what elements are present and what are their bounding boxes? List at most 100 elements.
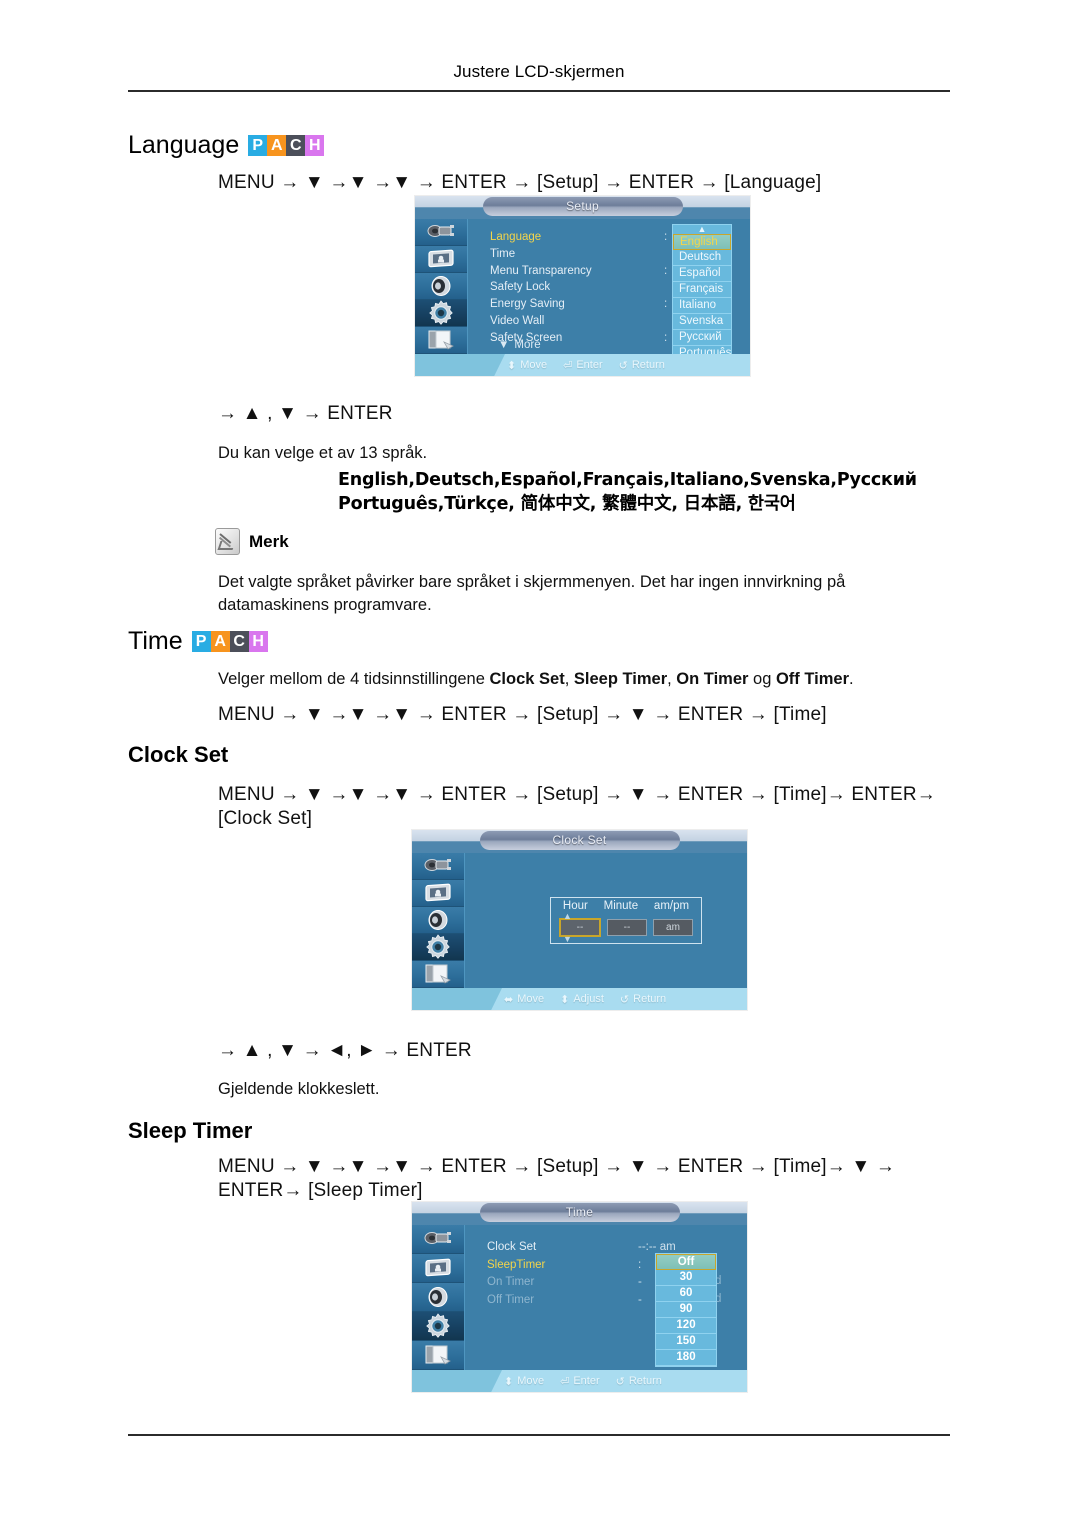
dropdown-option-francais[interactable]: Français xyxy=(673,282,731,298)
clock-spinner-down-icon[interactable]: ▼ xyxy=(563,935,572,944)
rail-item-sound[interactable] xyxy=(415,273,467,300)
rail-item-sound-3[interactable] xyxy=(412,1283,464,1312)
badge-letter-a: A xyxy=(267,135,287,156)
rail-item-input-3[interactable] xyxy=(412,1225,464,1254)
rail-item-input[interactable] xyxy=(415,219,467,246)
osd-menu-item-energy-saving[interactable]: Energy Saving xyxy=(490,296,592,313)
osd-time-footer: ⬍ Move ⏎ Enter ↺ Return xyxy=(412,1370,747,1392)
sleep-option-120[interactable]: 120 xyxy=(656,1318,716,1334)
osd-footer-enter-label: Enter xyxy=(576,359,603,371)
updown-arrow-icon-3: ⬍ xyxy=(504,1375,514,1388)
osd-time-footer-enter-label: Enter xyxy=(573,1375,600,1387)
sleep-option-off[interactable]: Off xyxy=(656,1254,716,1270)
badge-letter-p: P xyxy=(248,135,268,156)
osd-clock-footer: ⬌ Move ⬍ Adjust ↺ Return xyxy=(412,988,747,1010)
pages-multicontrol-icon-2 xyxy=(423,963,453,985)
dropdown-option-italiano[interactable]: Italiano xyxy=(673,298,731,314)
osd-time-item-clock-set[interactable]: Clock Set xyxy=(487,1239,545,1257)
osd-menu-item-language[interactable]: Language xyxy=(490,229,592,246)
page-header-title: Justere LCD-skjermen xyxy=(453,62,625,81)
rail-item-setup[interactable] xyxy=(415,300,467,327)
desc-time-b1: Clock Set xyxy=(489,670,565,688)
clock-field-minute[interactable]: -- xyxy=(607,919,647,936)
sleep-option-30[interactable]: 30 xyxy=(656,1270,716,1286)
dropdown-option-english[interactable]: English xyxy=(673,234,731,250)
osd-setup-topstrip: Setup xyxy=(415,196,750,219)
osd-time-item-sleep-timer[interactable]: SleepTimer xyxy=(487,1257,545,1275)
rail-item-multicontrol[interactable] xyxy=(415,327,467,354)
osd-time-footer-move: ⬍ Move xyxy=(504,1375,544,1388)
header-divider-rule xyxy=(128,90,950,92)
rail-item-multicontrol-2[interactable] xyxy=(412,961,464,988)
osd-language-dropdown[interactable]: ▲ English Deutsch Español Français Itali… xyxy=(672,224,732,372)
badge-letter-c: C xyxy=(286,135,306,156)
osd-time-item-on-timer[interactable]: On Timer xyxy=(487,1274,545,1292)
dropdown-scroll-up-icon[interactable]: ▲ xyxy=(673,225,731,234)
gear-setup-icon xyxy=(428,300,454,326)
osd-time-footer-move-label: Move xyxy=(517,1375,545,1387)
osd-time-footer-enter: ⏎ Enter xyxy=(560,1375,600,1388)
osd-clock-icon-rail xyxy=(412,853,465,988)
plug-connector-icon xyxy=(426,222,456,242)
osd-time-footer-tab xyxy=(412,1370,502,1392)
heading-time: Time P A C H xyxy=(128,627,268,656)
footer-divider-rule xyxy=(128,1434,950,1436)
osd-clock-topstrip: Clock Set xyxy=(412,830,747,853)
dropdown-option-russian[interactable]: Русский xyxy=(673,330,731,346)
rail-item-picture[interactable] xyxy=(415,246,467,273)
osd-time-icon-rail xyxy=(412,1225,465,1370)
rail-item-picture-2[interactable] xyxy=(412,880,464,907)
osd-setup-footer: ⬍ Move ⏎ Enter ↺ Return xyxy=(415,354,750,376)
osd-footer-return-label: Return xyxy=(631,359,665,371)
leftright-arrow-icon: ⬌ xyxy=(504,993,514,1006)
return-arrow-icon: ↺ xyxy=(618,359,628,372)
return-arrow-icon-3: ↺ xyxy=(615,1375,625,1388)
osd-sleep-timer-dropdown[interactable]: Off 30 60 90 120 150 180 xyxy=(655,1253,717,1367)
dropdown-option-deutsch[interactable]: Deutsch xyxy=(673,250,731,266)
osd-setup-title: Setup xyxy=(482,197,683,216)
pages-multicontrol-icon xyxy=(426,329,456,351)
clock-set-panel: Hour Minute am/pm ▲ ▼ -- -- am xyxy=(550,897,702,944)
sleep-option-180[interactable]: 180 xyxy=(656,1350,716,1366)
osd-menu-item-safety-lock[interactable]: Safety Lock xyxy=(490,279,592,296)
rail-item-input-2[interactable] xyxy=(412,853,464,880)
osd-menu-item-menu-transparency[interactable]: Menu Transparency xyxy=(490,263,592,280)
rail-item-setup-3[interactable] xyxy=(412,1312,464,1341)
sleep-option-60[interactable]: 60 xyxy=(656,1286,716,1302)
clock-field-ampm[interactable]: am xyxy=(653,919,693,936)
dropdown-option-svenska[interactable]: Svenska xyxy=(673,314,731,330)
language-list-line-1: English,Deutsch,Español,Français,Italian… xyxy=(338,470,917,490)
osd-clock-footer-move: ⬌ Move xyxy=(504,993,544,1006)
desc-time-b2: Sleep Timer xyxy=(573,670,668,688)
badge-letter-a-2: A xyxy=(210,631,230,652)
rail-item-picture-3[interactable] xyxy=(412,1254,464,1283)
sleep-option-90[interactable]: 90 xyxy=(656,1302,716,1318)
osd-menu-item-video-wall[interactable]: Video Wall xyxy=(490,313,592,330)
clock-spinner-up-icon[interactable]: ▲ xyxy=(563,912,572,921)
rail-item-sound-2[interactable] xyxy=(412,907,464,934)
osd-clock-footer-move-label: Move xyxy=(517,993,545,1005)
osd-menu-item-time[interactable]: Time xyxy=(490,246,592,263)
return-arrow-icon-2: ↺ xyxy=(619,993,630,1006)
dropdown-option-espanol[interactable]: Español xyxy=(673,266,731,282)
osd-setup-more-label: More xyxy=(514,339,541,351)
rail-item-multicontrol-3[interactable] xyxy=(412,1341,464,1370)
osd-time-topstrip: Time xyxy=(412,1202,747,1225)
osd-time-menu-list: Clock Set SleepTimer On Timer Off Timer xyxy=(487,1239,545,1309)
osd-time-title: Time xyxy=(479,1203,680,1222)
desc-time-sep2: , xyxy=(667,670,677,688)
osd-time-item-off-timer[interactable]: Off Timer xyxy=(487,1292,545,1310)
osd-footer-return: ↺ Return xyxy=(619,359,665,372)
osd-clock-title: Clock Set xyxy=(479,831,680,850)
desc-time-b3: On Timer xyxy=(676,670,749,688)
osd-setup-more-row[interactable]: ▼ More xyxy=(498,339,541,351)
desc-time-prefix: Velger mellom de 4 tidsinnstillingene xyxy=(218,670,490,688)
sleep-option-150[interactable]: 150 xyxy=(656,1334,716,1350)
keys-language: → ▲ , ▼ → ENTER xyxy=(218,403,393,424)
osd-time-body: Clock Set SleepTimer On Timer Off Timer … xyxy=(412,1225,747,1370)
pach-badge-language: P A C H xyxy=(248,135,325,156)
osd-setup-menu-list: Language Time Menu Transparency Safety L… xyxy=(490,229,592,347)
pages-multicontrol-icon-3 xyxy=(423,1344,453,1366)
osd-clock-body: Hour Minute am/pm ▲ ▼ -- -- am xyxy=(412,853,747,988)
rail-item-setup-2[interactable] xyxy=(412,934,464,961)
